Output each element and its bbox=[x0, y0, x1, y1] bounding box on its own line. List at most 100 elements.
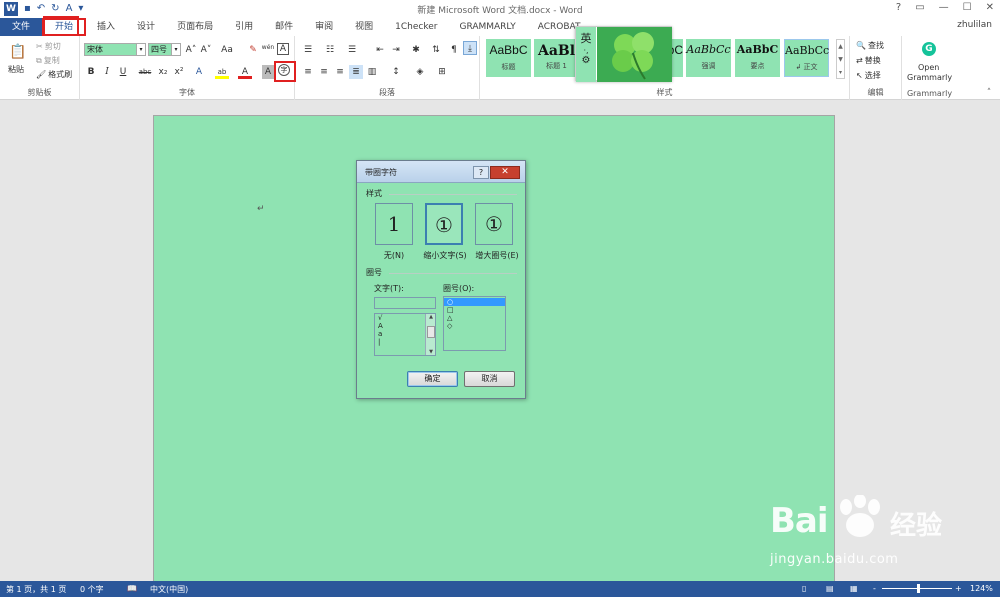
increase-indent-icon[interactable]: ⇥ bbox=[389, 43, 403, 57]
clear-format-icon[interactable]: ✎ bbox=[246, 43, 260, 57]
text-effects-icon[interactable]: A bbox=[192, 65, 206, 79]
font-color-icon[interactable]: A bbox=[238, 65, 252, 79]
copy-button[interactable]: ⧉ 复制 bbox=[36, 55, 60, 66]
numbering-icon[interactable]: ☷ bbox=[323, 43, 337, 57]
style-strong[interactable]: AaBbC 要点 bbox=[735, 39, 780, 77]
style-heading1[interactable]: AaBl 标题 1 bbox=[534, 39, 579, 77]
zoom-in-button[interactable]: + bbox=[955, 584, 962, 593]
styles-gallery-scroll[interactable]: ▲ ▼ ▾ bbox=[836, 39, 845, 79]
borders-icon[interactable]: ⊞ bbox=[435, 65, 449, 79]
style-shrink-text-option[interactable]: ① bbox=[425, 203, 463, 245]
open-grammarly-line2[interactable]: Grammarly bbox=[907, 73, 952, 82]
grow-font-icon[interactable]: A˄ bbox=[184, 43, 198, 57]
minimize-button[interactable]: — bbox=[939, 2, 949, 13]
font-size-field[interactable]: 四号 bbox=[148, 43, 172, 56]
style-shrink-text-label[interactable]: 缩小文字(S) bbox=[418, 250, 472, 261]
tab-1checker[interactable]: 1Checker bbox=[384, 18, 448, 36]
scroll-down-icon[interactable]: ▼ bbox=[426, 349, 436, 355]
font-name-dropdown[interactable]: ▾ bbox=[137, 43, 146, 56]
text-input[interactable] bbox=[374, 297, 436, 309]
text-list-scrollbar[interactable]: ▲ ▼ bbox=[425, 314, 435, 355]
justify-icon[interactable]: ≣ bbox=[349, 65, 363, 79]
bold-icon[interactable]: B bbox=[84, 65, 98, 79]
tab-view[interactable]: 视图 bbox=[344, 18, 384, 36]
align-center-icon[interactable]: ≡ bbox=[317, 65, 331, 79]
style-enlarge-symbol-label[interactable]: 增大圈号(E) bbox=[471, 250, 523, 261]
circle-listbox[interactable]: ○ □ △ ◇ bbox=[443, 296, 506, 351]
select-button[interactable]: ↖ 选择 bbox=[856, 70, 881, 81]
phonetic-guide-icon[interactable]: wén bbox=[261, 41, 275, 55]
ime-settings-icon[interactable]: ⚙ bbox=[576, 55, 596, 66]
shading-icon[interactable]: ◈ bbox=[413, 65, 427, 79]
line-spacing-icon[interactable]: ↕ bbox=[389, 65, 403, 79]
proofing-icon[interactable]: 📖 bbox=[127, 584, 137, 593]
underline-icon[interactable]: U bbox=[116, 65, 130, 79]
align-left-icon[interactable]: ≡ bbox=[301, 65, 315, 79]
text-listbox[interactable]: √ A a | ▲ ▼ bbox=[374, 313, 436, 356]
dialog-close-button[interactable]: ✕ bbox=[490, 166, 520, 179]
web-layout-icon[interactable]: ▦ bbox=[850, 584, 858, 593]
word-count[interactable]: 0 个字 bbox=[80, 584, 104, 595]
replace-button[interactable]: ⇄ 替换 bbox=[856, 55, 881, 66]
scroll-thumb[interactable] bbox=[427, 326, 435, 338]
tab-insert[interactable]: 插入 bbox=[86, 18, 126, 36]
open-grammarly-line1[interactable]: Open bbox=[918, 63, 939, 72]
scroll-up-icon[interactable]: ▲ bbox=[426, 314, 436, 320]
user-name[interactable]: zhulilan bbox=[957, 20, 992, 30]
align-right-icon[interactable]: ≡ bbox=[333, 65, 347, 79]
font-size-dropdown[interactable]: ▾ bbox=[172, 43, 181, 56]
style-none-label[interactable]: 无(N) bbox=[371, 250, 417, 261]
read-mode-icon[interactable]: ▯ bbox=[802, 584, 806, 593]
find-button[interactable]: 🔍 查找 bbox=[856, 40, 884, 51]
bullets-icon[interactable]: ☰ bbox=[301, 43, 315, 57]
chinese-layout-icon[interactable]: ✱ bbox=[409, 43, 423, 57]
zoom-level[interactable]: 124% bbox=[970, 584, 993, 593]
strikethrough-icon[interactable]: abc bbox=[136, 65, 154, 79]
tab-grammarly[interactable]: GRAMMARLY bbox=[448, 18, 526, 36]
distributed-icon[interactable]: ▥ bbox=[365, 65, 379, 79]
language-indicator[interactable]: 中文(中国) bbox=[150, 584, 188, 595]
ok-button[interactable]: 确定 bbox=[407, 371, 458, 387]
print-layout-icon[interactable]: ▤ bbox=[826, 584, 834, 593]
ime-lang-toggle[interactable]: 英 bbox=[576, 30, 596, 46]
ime-punct-toggle[interactable]: ·, bbox=[576, 46, 596, 55]
paste-button[interactable]: 粘贴 bbox=[8, 64, 24, 75]
style-title[interactable]: AaBbC 标题 bbox=[486, 39, 531, 77]
paste-icon[interactable]: 📋 bbox=[8, 42, 28, 62]
shrink-font-icon[interactable]: A˅ bbox=[199, 43, 213, 57]
tab-references[interactable]: 引用 bbox=[224, 18, 264, 36]
list-item[interactable]: □ bbox=[444, 306, 505, 314]
page-count[interactable]: 第 1 页，共 1 页 bbox=[6, 584, 66, 595]
sort-icon[interactable]: ⇅ bbox=[429, 43, 443, 57]
format-painter-button[interactable]: 🖌 格式刷 bbox=[36, 69, 72, 80]
font-name-field[interactable]: 宋体 bbox=[84, 43, 137, 56]
zoom-out-button[interactable]: - bbox=[873, 584, 876, 593]
zoom-slider-thumb[interactable] bbox=[917, 584, 920, 593]
char-border-icon[interactable]: A bbox=[277, 43, 289, 55]
show-marks-icon[interactable]: ¶ bbox=[447, 43, 461, 57]
dialog-help-button[interactable]: ? bbox=[473, 166, 489, 179]
tab-file[interactable]: 文件 bbox=[0, 18, 43, 36]
style-none-option[interactable]: 1 bbox=[375, 203, 413, 245]
tab-layout[interactable]: 页面布局 bbox=[166, 18, 224, 36]
list-item[interactable]: ◇ bbox=[444, 322, 505, 330]
cancel-button[interactable]: 取消 bbox=[464, 371, 515, 387]
highlight-icon[interactable]: ab bbox=[215, 65, 229, 79]
tab-review[interactable]: 审阅 bbox=[304, 18, 344, 36]
collapse-ribbon-icon[interactable]: ˄ bbox=[982, 86, 996, 100]
list-item[interactable]: △ bbox=[444, 314, 505, 322]
tab-design[interactable]: 设计 bbox=[126, 18, 166, 36]
help-icon[interactable]: ? bbox=[896, 2, 901, 13]
maximize-button[interactable]: ☐ bbox=[963, 2, 972, 13]
change-case-icon[interactable]: Aa bbox=[218, 43, 236, 57]
style-normal[interactable]: AaBbCc ↲ 正文 bbox=[784, 39, 829, 77]
superscript-icon[interactable]: x² bbox=[172, 65, 186, 79]
decrease-indent-icon[interactable]: ⇤ bbox=[373, 43, 387, 57]
style-emphasis[interactable]: AaBbCc 强调 bbox=[686, 39, 731, 77]
cut-button[interactable]: ✂ 剪切 bbox=[36, 41, 61, 52]
multilevel-list-icon[interactable]: ☰ bbox=[345, 43, 359, 57]
subscript-icon[interactable]: x₂ bbox=[156, 65, 170, 79]
close-button[interactable]: ✕ bbox=[986, 2, 994, 13]
tab-mailings[interactable]: 邮件 bbox=[264, 18, 304, 36]
italic-icon[interactable]: I bbox=[100, 65, 114, 79]
